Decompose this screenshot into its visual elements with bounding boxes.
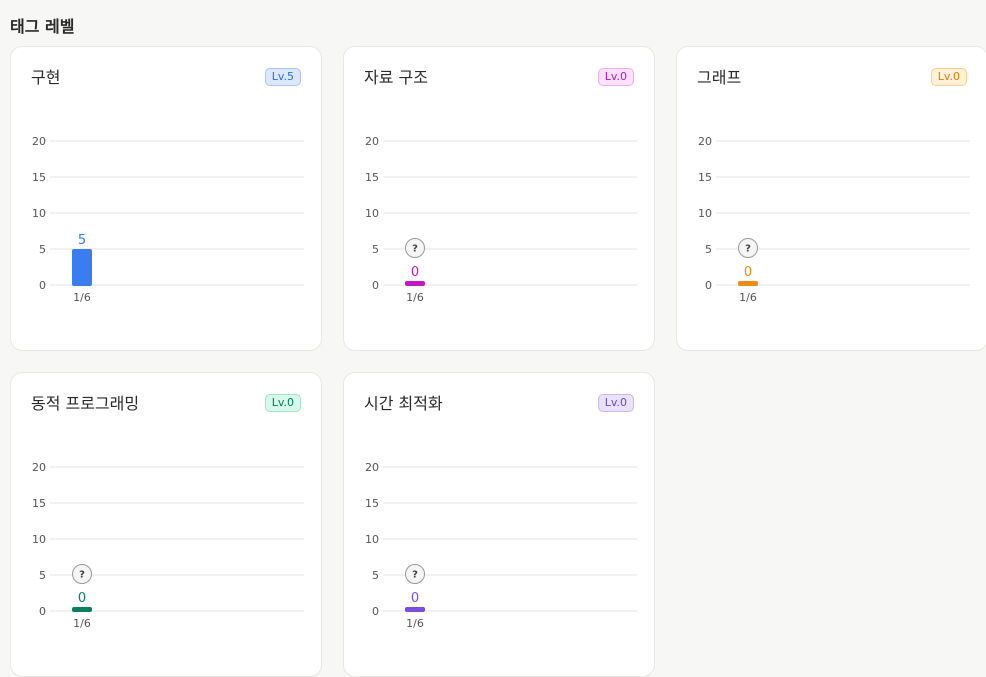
y-tick-label: 0 [705,279,712,292]
y-tick-label: 20 [32,461,46,474]
y-tick-label: 20 [698,135,712,148]
y-tick-label: 10 [365,207,379,220]
tag-chart: 20 15 10 5 0 0? 1/6 [365,135,637,304]
help-icon-glyph: ? [412,570,418,581]
page-title: 태그 레벨 [10,17,75,36]
tag-chart: 20 15 10 5 0 0? 1/6 [365,461,637,630]
value-label: 0 [411,591,419,606]
tag-card: 동적 프로그래밍 Lv.0 20 15 10 5 0 0? 1/6 [10,372,322,677]
y-tick-label: 15 [32,171,46,184]
y-tick-label: 0 [372,279,379,292]
y-tick-label: 0 [372,605,379,618]
x-tick-label: 1/6 [73,617,91,630]
bar[interactable] [738,281,758,286]
y-tick-label: 5 [39,243,46,256]
bar[interactable] [405,281,425,286]
value-label: 5 [78,233,86,248]
value-label: 0 [78,591,86,606]
tag-level-grid: 구현 Lv.5 20 15 10 5 0 5 1/6 자료 구조 Lv.0 20 15 10 5 0… [10,46,986,677]
y-tick-label: 10 [698,207,712,220]
y-tick-label: 5 [372,243,379,256]
y-tick-label: 20 [365,461,379,474]
bar[interactable] [405,607,425,612]
y-tick-label: 15 [32,497,46,510]
tag-card: 시간 최적화 Lv.0 20 15 10 5 0 0? 1/6 [343,372,655,677]
y-tick-label: 0 [39,279,46,292]
y-tick-label: 0 [39,605,46,618]
y-tick-label: 15 [365,497,379,510]
help-icon-glyph: ? [745,244,751,255]
x-tick-label: 1/6 [406,291,424,304]
tag-chart: 20 15 10 5 0 5 1/6 [32,135,304,304]
y-tick-label: 10 [32,533,46,546]
help-icon-glyph: ? [412,244,418,255]
x-tick-label: 1/6 [739,291,757,304]
tag-chart: 20 15 10 5 0 0? 1/6 [32,461,304,630]
tag-card: 그래프 Lv.0 20 15 10 5 0 0? 1/6 [676,46,986,351]
x-tick-label: 1/6 [406,617,424,630]
help-icon-glyph: ? [79,570,85,581]
y-tick-label: 20 [365,135,379,148]
value-label: 0 [744,265,752,280]
y-tick-label: 20 [32,135,46,148]
y-tick-label: 5 [705,243,712,256]
tag-card: 구현 Lv.5 20 15 10 5 0 5 1/6 [10,46,322,351]
y-tick-label: 10 [32,207,46,220]
tag-card: 자료 구조 Lv.0 20 15 10 5 0 0? 1/6 [343,46,655,351]
bar[interactable] [72,607,92,612]
y-tick-label: 5 [39,569,46,582]
tag-chart: 20 15 10 5 0 0? 1/6 [698,135,970,304]
y-tick-label: 15 [365,171,379,184]
y-tick-label: 15 [698,171,712,184]
x-tick-label: 1/6 [73,291,91,304]
y-tick-label: 5 [372,569,379,582]
value-label: 0 [411,265,419,280]
y-tick-label: 10 [365,533,379,546]
bar[interactable] [72,249,92,286]
